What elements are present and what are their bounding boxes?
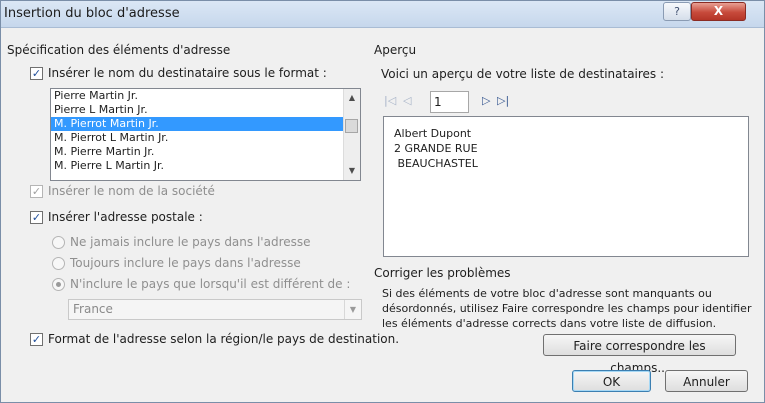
name-format-item[interactable]: M. Pierrot L Martin Jr. <box>51 131 360 145</box>
fix-problems-text: les éléments d'adresse corrects dans vot… <box>382 317 717 330</box>
format-by-region-checkbox[interactable]: ✓ <box>30 333 43 346</box>
chevron-down-icon[interactable]: ▼ <box>344 300 361 319</box>
name-format-scrollbar[interactable]: ▲ ▼ <box>343 89 360 180</box>
country-always-radio[interactable] <box>52 257 65 270</box>
name-format-item[interactable]: Pierre Martin Jr. <box>51 89 360 103</box>
insert-recipient-label: Insérer le nom du destinataire sous le f… <box>48 66 327 80</box>
title-bar: Insertion du bloc d'adresse ? X <box>1 1 764 28</box>
address-spec-title: Spécification des éléments d'adresse <box>7 43 231 57</box>
scroll-thumb[interactable] <box>345 119 358 133</box>
preview-line: BEAUCHASTEL <box>394 157 478 170</box>
next-record-icon[interactable]: ▷ <box>482 94 490 108</box>
address-preview-box: Albert Dupont 2 GRANDE RUE BEAUCHASTEL <box>383 116 749 257</box>
country-if-different-radio[interactable] <box>52 278 65 291</box>
last-record-icon[interactable]: ▷| <box>497 94 509 108</box>
preview-line: Albert Dupont <box>394 127 472 140</box>
help-button[interactable]: ? <box>663 2 691 21</box>
preview-title: Aperçu <box>374 43 417 57</box>
insert-postal-checkbox[interactable]: ✓ <box>30 211 43 224</box>
name-format-item[interactable]: Pierre L Martin Jr. <box>51 103 360 117</box>
fix-problems-title: Corriger les problèmes <box>374 266 511 280</box>
fix-problems-text: Si des éléments de votre bloc d'adresse … <box>382 287 712 300</box>
insert-company-checkbox[interactable]: ✓ <box>30 185 43 198</box>
fix-problems-text: désordonnés, utilisez Faire correspondre… <box>382 302 752 315</box>
first-record-icon[interactable]: |◁ <box>384 94 396 108</box>
preview-caption: Voici un aperçu de votre liste de destin… <box>381 67 665 81</box>
country-always-label: Toujours inclure le pays dans l'adresse <box>70 256 301 270</box>
cancel-button[interactable]: Annuler <box>665 370 748 392</box>
dialog-title: Insertion du bloc d'adresse <box>4 6 180 21</box>
format-by-region-label: Format de l'adresse selon la région/le p… <box>48 332 400 346</box>
scroll-up-icon[interactable]: ▲ <box>344 91 360 105</box>
country-select-value: France <box>73 302 113 316</box>
previous-record-icon[interactable]: ◁ <box>403 94 411 108</box>
match-fields-button[interactable]: Faire correspondre les champs... <box>543 334 736 375</box>
dialog-body: Spécification des éléments d'adresse ✓ I… <box>1 28 764 402</box>
country-if-different-label: N'inclure le pays que lorsqu'il est diff… <box>70 277 351 291</box>
name-format-item[interactable]: M. Pierre Martin Jr. <box>51 145 360 159</box>
close-button[interactable]: X <box>691 2 746 21</box>
name-format-item[interactable]: M. Pierre L Martin Jr. <box>51 159 360 173</box>
country-never-label: Ne jamais inclure le pays dans l'adresse <box>70 235 311 249</box>
scroll-down-icon[interactable]: ▼ <box>344 164 360 178</box>
record-number-input[interactable]: 1 <box>430 91 469 113</box>
country-select[interactable]: France ▼ <box>68 299 362 320</box>
name-format-item-selected[interactable]: M. Pierrot Martin Jr. <box>51 117 360 131</box>
insert-recipient-checkbox[interactable]: ✓ <box>30 67 43 80</box>
record-number-value: 1 <box>434 95 442 109</box>
insert-postal-label: Insérer l'adresse postale : <box>48 210 203 224</box>
ok-button[interactable]: OK <box>572 370 651 392</box>
preview-line: 2 GRANDE RUE <box>394 142 478 155</box>
country-never-radio[interactable] <box>52 236 65 249</box>
address-block-dialog: Insertion du bloc d'adresse ? X Spécific… <box>0 0 765 403</box>
name-format-list[interactable]: Pierre Martin Jr. Pierre L Martin Jr. M.… <box>50 88 361 181</box>
insert-company-label: Insérer le nom de la société <box>48 184 215 198</box>
